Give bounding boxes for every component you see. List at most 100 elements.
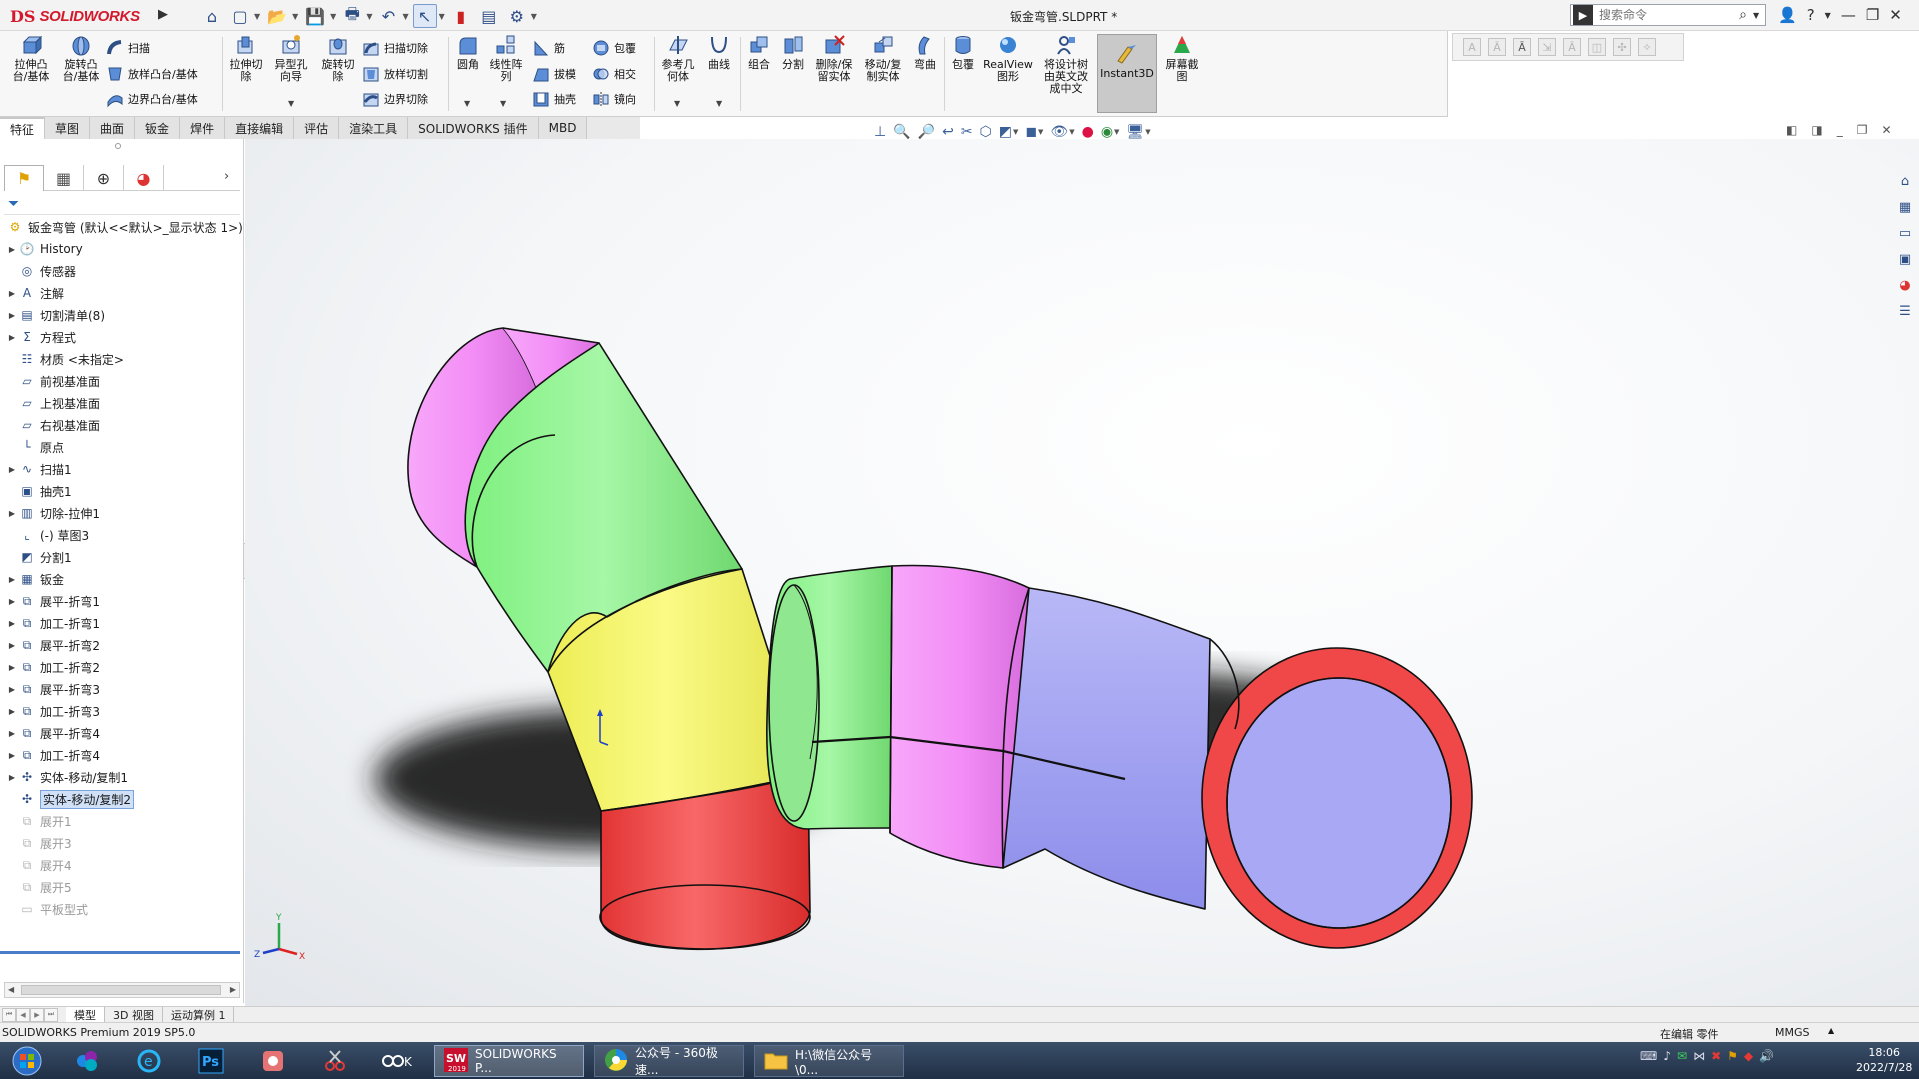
- wrap-small-button[interactable]: 包覆: [592, 38, 636, 58]
- tree-item[interactable]: ▶ ⧉ 加工-折弯4: [0, 744, 244, 766]
- file-explorer-icon[interactable]: ▭: [1894, 222, 1916, 244]
- display-style-dropdown-icon[interactable]: ▼: [1038, 128, 1043, 136]
- tree-item[interactable]: ▶ ▤ 切割清单(8): [0, 304, 244, 326]
- tree-item[interactable]: ▶ ✣ 实体-移动/复制1: [0, 766, 244, 788]
- tray-app2-icon[interactable]: ◆: [1744, 1049, 1753, 1063]
- expand-arrow-icon[interactable]: ▶: [6, 597, 18, 606]
- first-tab-icon[interactable]: ⏮: [2, 1007, 16, 1022]
- tab-motion-study[interactable]: 运动算例 1: [163, 1006, 235, 1023]
- tree-item[interactable]: ⧉ 展开4: [0, 854, 244, 876]
- combine-button[interactable]: 组合: [744, 34, 774, 71]
- custom-properties-icon[interactable]: ☰: [1894, 300, 1916, 322]
- next-tab-icon[interactable]: ▶: [30, 1007, 44, 1022]
- expand-arrow-icon[interactable]: ▶: [6, 641, 18, 650]
- scroll-right-icon[interactable]: ▶: [230, 983, 236, 997]
- volume-icon[interactable]: 🔊: [1759, 1049, 1774, 1063]
- delete-keep-body-button[interactable]: 删除/保 留实体: [812, 34, 856, 83]
- undo-dropdown-icon[interactable]: ▼: [402, 12, 408, 21]
- display-style-icon[interactable]: ◼: [1025, 124, 1037, 140]
- sweep-button[interactable]: 扫描: [106, 38, 150, 58]
- graphics-area[interactable]: Y X Z: [245, 139, 1919, 1006]
- close-icon[interactable]: ✕: [1889, 6, 1902, 24]
- filter-icon[interactable]: ⏷: [8, 196, 19, 212]
- instant3d-toggle[interactable]: Instant3D: [1097, 34, 1157, 113]
- tree-item[interactable]: ▶ ∿ 扫描1: [0, 458, 244, 480]
- view-orientation-origin-icon[interactable]: ⊥: [874, 124, 886, 140]
- tab-direct-editing[interactable]: 直接编辑: [225, 117, 295, 139]
- open-dropdown-icon[interactable]: ▼: [292, 12, 298, 21]
- apply-scene-icon[interactable]: ◉: [1101, 124, 1113, 140]
- tree-item[interactable]: ▶ ⧉ 加工-折弯2: [0, 656, 244, 678]
- tree-item[interactable]: ▶ ⧉ 展平-折弯2: [0, 634, 244, 656]
- expand-arrow-icon[interactable]: ▶: [6, 751, 18, 760]
- tree-item[interactable]: ⧉ 展开3: [0, 832, 244, 854]
- network-icon[interactable]: ⋈: [1693, 1049, 1705, 1063]
- section-view-icon[interactable]: ✂: [961, 124, 973, 140]
- appearances-icon[interactable]: ◕: [1894, 274, 1916, 296]
- shell-button[interactable]: 抽壳: [532, 89, 576, 109]
- unit-system-popup-icon[interactable]: ▲: [1828, 1026, 1834, 1035]
- apply-scene-dropdown-icon[interactable]: ▼: [1114, 128, 1119, 136]
- tab-features[interactable]: 特征: [0, 117, 46, 139]
- view-orientation-icon[interactable]: ◩: [999, 124, 1012, 140]
- hide-show-items-icon[interactable]: 👁: [1050, 124, 1068, 140]
- linear-pattern-dropdown-icon[interactable]: ▼: [500, 99, 506, 108]
- undo-icon[interactable]: ↶: [376, 4, 400, 28]
- prev-tab-icon[interactable]: ◀: [16, 1007, 30, 1022]
- tree-item[interactable]: ▱ 前视基准面: [0, 370, 244, 392]
- display-manager-tab-icon[interactable]: ◕: [124, 165, 164, 191]
- tree-item[interactable]: ▶ Σ 方程式: [0, 326, 244, 348]
- revolve-cut-button[interactable]: 旋转切 除: [318, 34, 358, 83]
- tree-item[interactable]: ▭ 平板型式: [0, 898, 244, 920]
- file-props-icon[interactable]: ▤: [477, 4, 501, 28]
- doc-close-icon[interactable]: ✕: [1881, 123, 1891, 137]
- pinned-app-icon[interactable]: [66, 1045, 108, 1077]
- tree-root[interactable]: ⚙ 钣金弯管 (默认<<默认>_显示状态 1>): [0, 216, 244, 238]
- expand-arrow-icon[interactable]: ▶: [6, 773, 18, 782]
- zoom-to-fit-icon[interactable]: 🔍: [893, 124, 910, 140]
- intersect-button[interactable]: 相交: [592, 64, 636, 84]
- security-icon[interactable]: ✖: [1711, 1049, 1721, 1063]
- flex-button[interactable]: 弯曲: [910, 34, 940, 71]
- options-dropdown-icon[interactable]: ▼: [531, 12, 537, 21]
- tree-item[interactable]: ⧉ 展开5: [0, 876, 244, 898]
- unit-system[interactable]: MMGS: [1775, 1026, 1810, 1039]
- split-button[interactable]: 分割: [778, 34, 808, 71]
- panel-grip-dot[interactable]: [115, 143, 121, 149]
- tree-item[interactable]: ▱ 右视基准面: [0, 414, 244, 436]
- reference-geometry-dropdown-icon[interactable]: ▼: [674, 99, 680, 108]
- instant3d-button[interactable]: Instant3D: [1098, 43, 1156, 80]
- tree-item[interactable]: ▶ 🕑 History: [0, 238, 244, 260]
- reference-geometry-button[interactable]: 参考几 何体: [658, 34, 698, 83]
- expand-arrow-icon[interactable]: ▶: [6, 707, 18, 716]
- taskbar-app-explorer[interactable]: H:\微信公众号\0...: [754, 1045, 904, 1077]
- view-settings-dropdown-icon[interactable]: ▼: [1145, 128, 1150, 136]
- expand-arrow-icon[interactable]: ▶: [6, 333, 18, 342]
- rib-button[interactable]: 筋: [532, 38, 565, 58]
- tab-evaluate[interactable]: 评估: [294, 117, 340, 139]
- view-palette-icon[interactable]: ▣: [1894, 248, 1916, 270]
- tree-item[interactable]: └ 原点: [0, 436, 244, 458]
- tree-item[interactable]: ▶ ⧉ 加工-折弯1: [0, 612, 244, 634]
- new-icon[interactable]: ▢: [228, 4, 252, 28]
- panel-horizontal-scrollbar[interactable]: ◀ ▶: [4, 982, 240, 998]
- doc-restore-icon[interactable]: ❐: [1857, 123, 1868, 137]
- hole-wizard-dropdown-icon[interactable]: ▼: [288, 99, 294, 108]
- tree-item[interactable]: ◎ 传感器: [0, 260, 244, 282]
- mirror-button[interactable]: 镜向: [592, 89, 636, 109]
- scrollbar-thumb[interactable]: [21, 985, 221, 995]
- ie-browser-icon[interactable]: e: [128, 1045, 170, 1077]
- tab-render-tools[interactable]: 渲染工具: [339, 117, 409, 139]
- view-settings-icon[interactable]: 🖥: [1126, 124, 1144, 140]
- tree-item[interactable]: ✣ 实体-移动/复制2: [0, 788, 244, 810]
- curves-dropdown-icon[interactable]: ▼: [716, 99, 722, 108]
- view-orientation-dropdown-icon[interactable]: ▼: [1013, 128, 1018, 136]
- tree-item[interactable]: ▶ A 注解: [0, 282, 244, 304]
- scroll-left-icon[interactable]: ◀: [8, 983, 14, 997]
- dynamic-annotation-icon[interactable]: ⬡: [980, 124, 992, 140]
- tab-model[interactable]: 模型: [66, 1006, 105, 1023]
- expand-arrow-icon[interactable]: ▶: [6, 509, 18, 518]
- left-elbow-pipe[interactable]: [407, 327, 811, 951]
- print-icon[interactable]: 🖶: [340, 4, 364, 28]
- panel-more-icon[interactable]: ›: [224, 169, 229, 184]
